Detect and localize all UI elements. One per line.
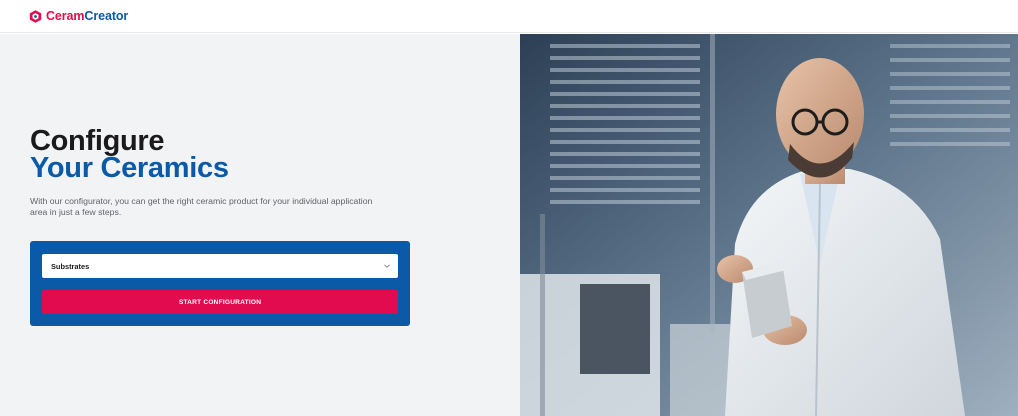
top-bar: CeramCreator bbox=[0, 0, 1018, 33]
brand-logo[interactable]: CeramCreator bbox=[29, 9, 128, 23]
scientist-photo-illustration bbox=[520, 34, 1018, 416]
headline-line1: Configure bbox=[30, 125, 165, 157]
product-select[interactable]: Substrates bbox=[42, 254, 398, 278]
intro-text: With our configurator, you can get the r… bbox=[30, 196, 373, 217]
product-select-value: Substrates bbox=[51, 261, 90, 271]
start-configuration-button[interactable]: START CONFIGURATION bbox=[42, 290, 398, 314]
scientist-photo bbox=[520, 34, 1018, 416]
brand-name-part2: Creator bbox=[84, 9, 129, 23]
chevron-down-icon bbox=[384, 264, 390, 268]
headline-line2: Your Ceramics bbox=[30, 152, 229, 184]
page-title: Configure Your Ceramics bbox=[30, 125, 229, 184]
hero-panel: Configure Your Ceramics With our configu… bbox=[0, 34, 520, 416]
configurator-box: Substrates START CONFIGURATION bbox=[30, 241, 410, 326]
brand-name: CeramCreator bbox=[46, 9, 128, 23]
logo-icon bbox=[29, 9, 42, 23]
brand-name-part1: Ceram bbox=[46, 9, 85, 23]
